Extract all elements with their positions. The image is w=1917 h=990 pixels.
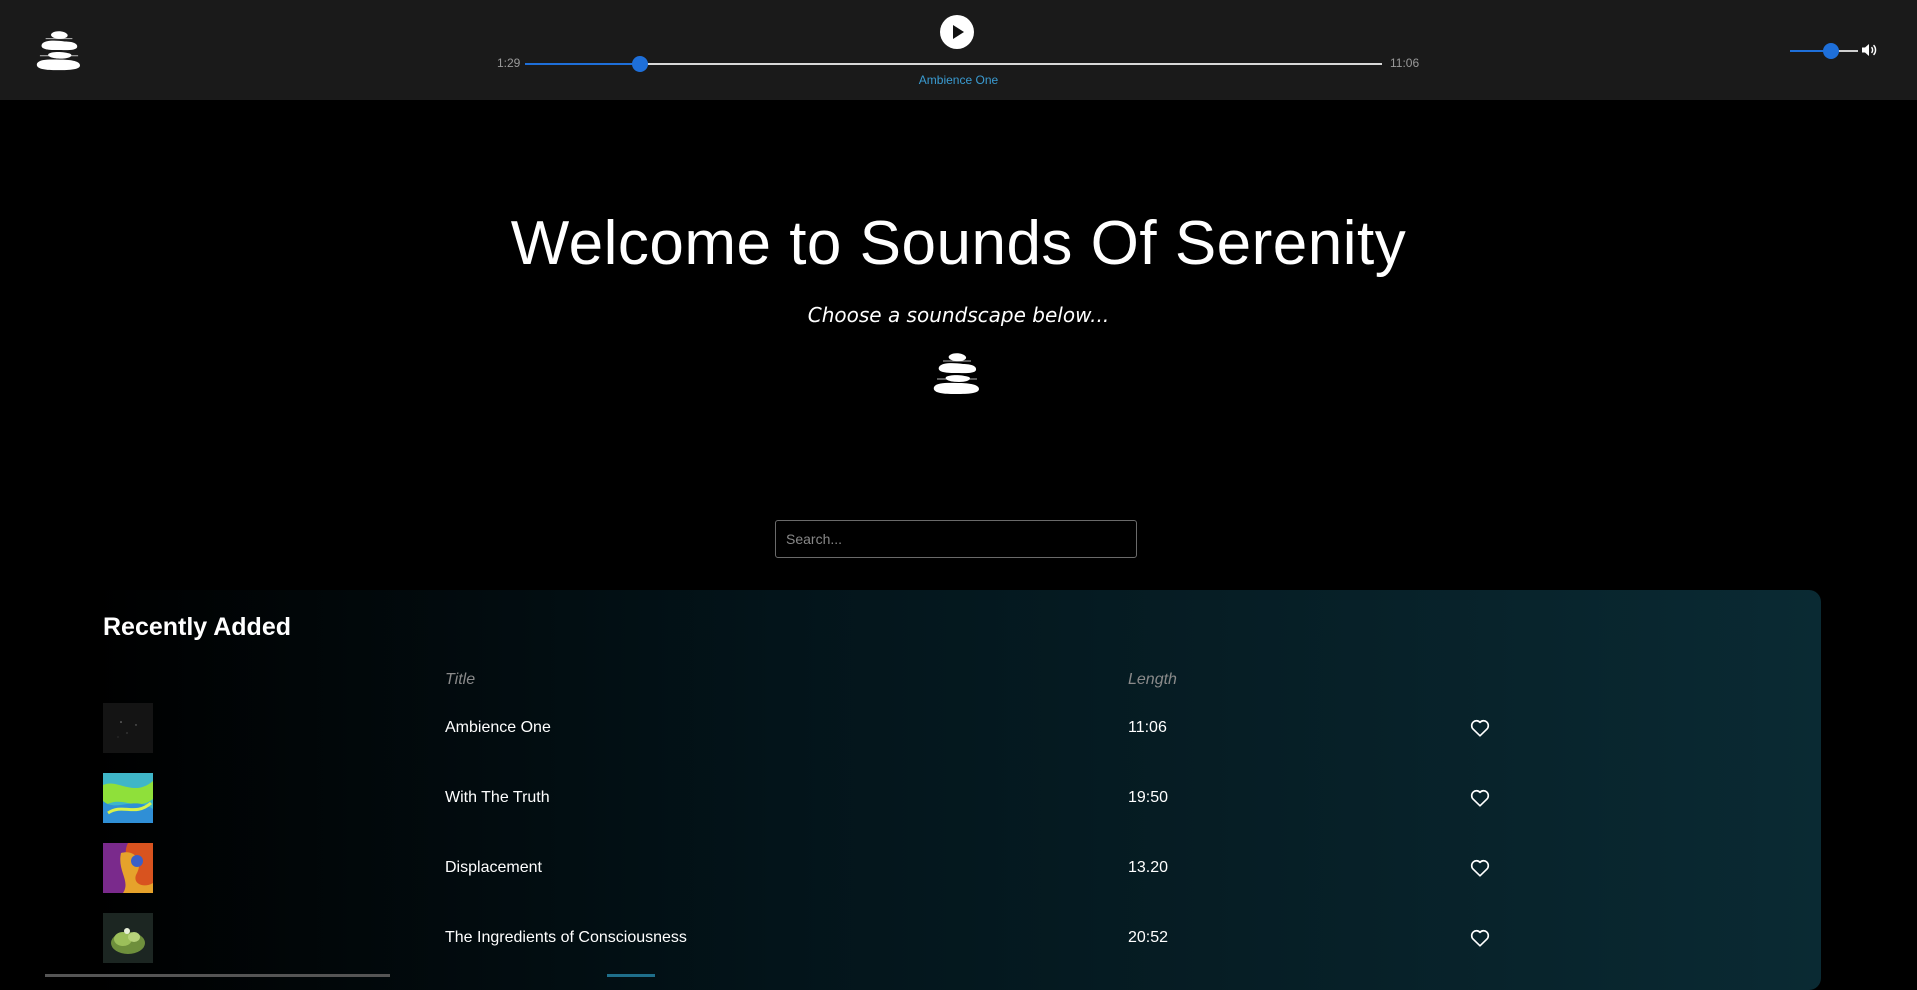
heart-icon[interactable] [1469, 717, 1491, 739]
logo-icon [933, 352, 981, 396]
heart-icon[interactable] [1469, 857, 1491, 879]
page-subtitle: Choose a soundscape below... [807, 303, 1110, 327]
track-length: 11:06 [1128, 719, 1167, 736]
volume-slider[interactable] [1790, 43, 1858, 59]
seek-bar-handle[interactable] [631, 56, 648, 72]
section-heading: Recently Added [103, 613, 292, 641]
track-thumbnail [103, 843, 153, 893]
heart-icon[interactable] [1469, 787, 1491, 809]
track-row[interactable]: With The Truth 19:50 [0, 773, 1917, 825]
track-thumbnail [103, 913, 153, 963]
track-title: With The Truth [445, 789, 550, 806]
volume-slider-handle[interactable] [1822, 43, 1839, 59]
play-icon [953, 25, 964, 39]
track-duration: 11:06 [1390, 56, 1420, 70]
track-thumbnail [103, 703, 153, 753]
play-button[interactable] [940, 15, 974, 49]
track-row[interactable]: Displacement 13.20 [0, 843, 1917, 895]
track-row[interactable]: Ambience One 11:06 [0, 703, 1917, 755]
search-input[interactable] [775, 520, 1137, 558]
track-length: 20:52 [1128, 929, 1169, 946]
track-length: 13.20 [1128, 859, 1169, 876]
track-title: The Ingredients of Consciousness [445, 929, 687, 946]
current-time: 1:29 [497, 56, 521, 70]
page-title: Welcome to Sounds Of Serenity [510, 209, 1407, 278]
heart-icon[interactable] [1469, 927, 1491, 949]
column-header-length: Length [1128, 671, 1177, 688]
seek-bar[interactable] [525, 56, 1382, 72]
column-header-title: Title [445, 671, 476, 688]
track-length: 19:50 [1128, 789, 1169, 806]
track-thumbnail [103, 773, 153, 823]
player-bar: 1:29 11:06 Ambience One [0, 0, 1917, 100]
seek-bar-fill [525, 63, 640, 65]
now-playing-title: Ambience One [918, 73, 999, 87]
volume-icon[interactable] [1860, 41, 1878, 59]
track-title: Displacement [445, 859, 542, 876]
track-row[interactable]: The Ingredients of Consciousness 20:52 [0, 913, 1917, 965]
track-title: Ambience One [445, 719, 551, 736]
logo-icon[interactable] [36, 30, 82, 72]
